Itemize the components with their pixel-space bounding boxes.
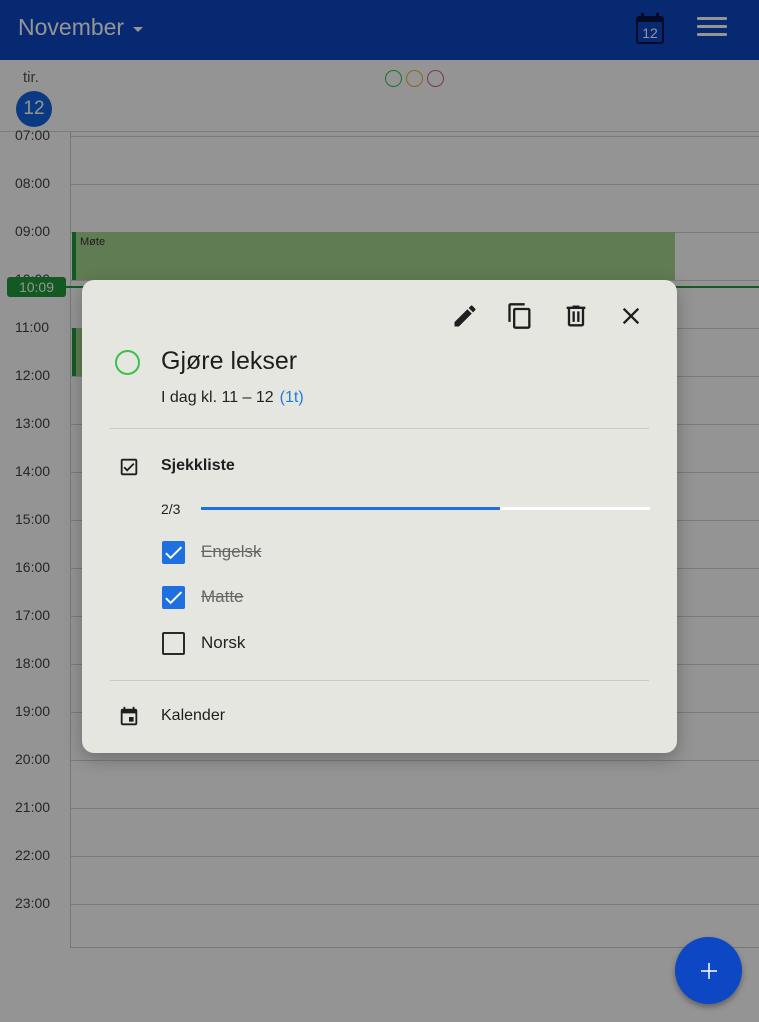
- completion-status-icon[interactable]: [115, 350, 140, 375]
- event-duration: (1t): [279, 389, 304, 406]
- event-title: Gjøre lekser: [161, 347, 298, 375]
- delete-button[interactable]: [562, 302, 590, 330]
- checklist-label: Sjekkliste: [161, 457, 235, 474]
- checklist-icon: [118, 456, 140, 478]
- delete-icon: [566, 305, 586, 327]
- close-icon: [622, 307, 640, 325]
- checkbox-norsk[interactable]: [162, 632, 185, 655]
- copy-icon: [508, 303, 531, 329]
- close-button[interactable]: [617, 302, 645, 330]
- checklist-item-label: Engelsk: [201, 542, 262, 561]
- edit-button[interactable]: [451, 302, 479, 330]
- edit-icon: [454, 305, 476, 327]
- copy-button[interactable]: [506, 302, 534, 330]
- divider: [110, 680, 649, 681]
- event-time: I dag kl. 11 – 12 (1t): [161, 389, 304, 407]
- checklist-progress-bar: [201, 507, 650, 510]
- checklist-progress-text: 2/3: [161, 501, 181, 517]
- event-detail-dialog: Gjøre lekser I dag kl. 11 – 12 (1t) Sjekk…: [82, 280, 677, 753]
- checklist-item-label: Norsk: [201, 633, 246, 652]
- checkbox-engelsk[interactable]: [162, 541, 185, 564]
- calendar-label: Kalender: [161, 707, 226, 724]
- add-event-button[interactable]: [675, 937, 742, 1004]
- check-icon: [165, 546, 183, 560]
- checklist-progress-fill: [201, 507, 501, 510]
- divider: [110, 428, 649, 429]
- check-icon: [165, 591, 183, 605]
- checkbox-matte[interactable]: [162, 586, 185, 609]
- event-time-text: I dag kl. 11 – 12: [161, 389, 274, 406]
- calendar-icon: [118, 706, 140, 728]
- checklist-item-label: Matte: [201, 587, 244, 606]
